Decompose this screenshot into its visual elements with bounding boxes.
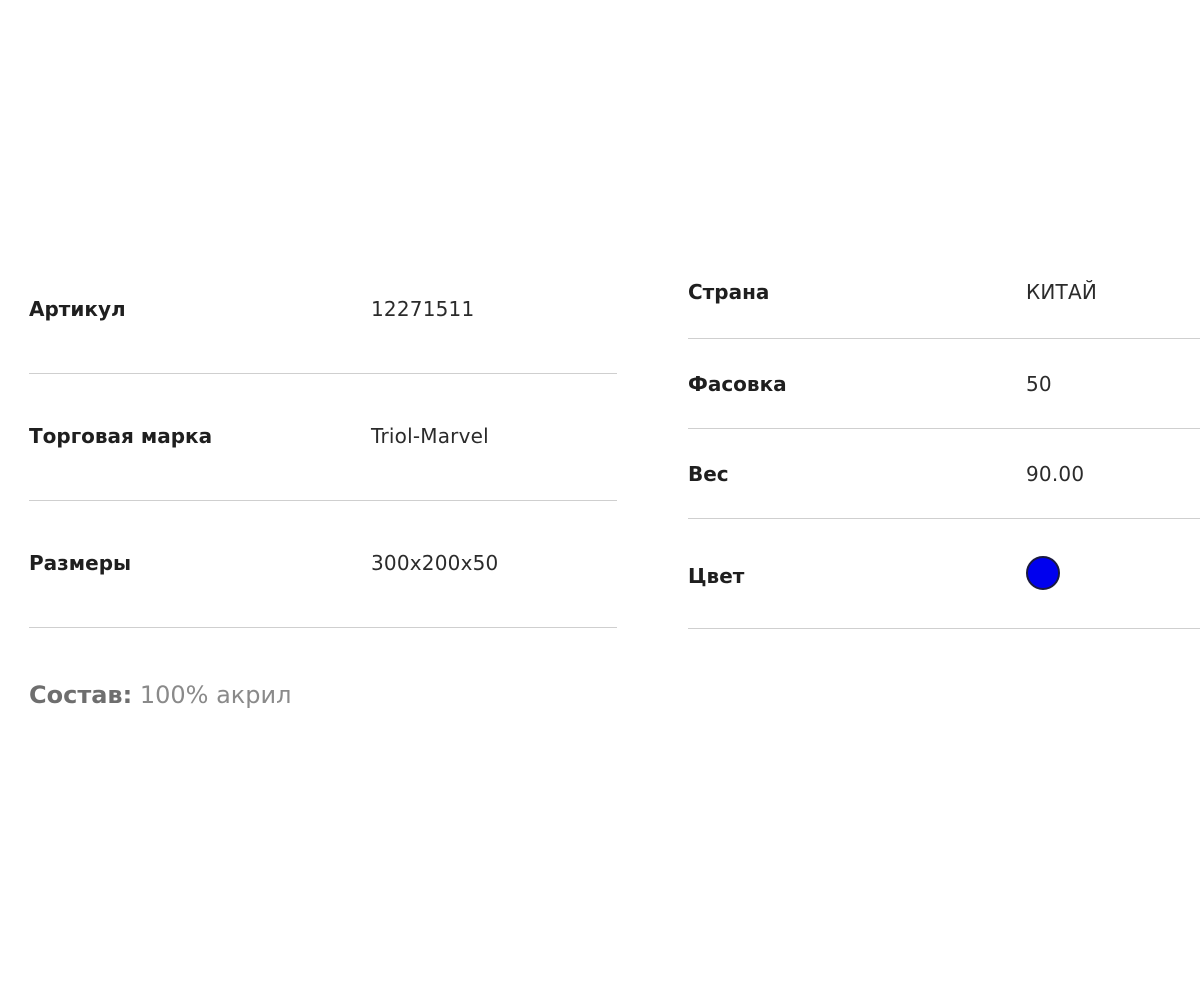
spec-row-weight: Вес 90.00 [688, 429, 1200, 519]
color-swatch [1026, 556, 1060, 590]
specs-table-right: Страна КИТАЙ Фасовка 50 Вес 90.00 Цвет [688, 247, 1200, 629]
spec-label-weight: Вес [688, 462, 729, 486]
spec-label-brand: Торговая марка [29, 424, 213, 448]
spec-row-packaging: Фасовка 50 [688, 339, 1200, 429]
spec-value-brand: Triol-Marvel [371, 424, 489, 448]
spec-label-country: Страна [688, 280, 770, 304]
specs-table-left: Артикул 12271511 Торговая марка Triol-Ma… [29, 247, 617, 628]
spec-row-dimensions: Размеры 300x200x50 [29, 501, 617, 628]
spec-value-dimensions: 300x200x50 [371, 551, 499, 575]
spec-value-country: КИТАЙ [1026, 280, 1098, 304]
spec-label-article: Артикул [29, 297, 126, 321]
spec-label-dimensions: Размеры [29, 551, 132, 575]
composition-label: Состав: [29, 681, 133, 709]
spec-row-country: Страна КИТАЙ [688, 247, 1200, 339]
spec-label-color: Цвет [688, 564, 745, 588]
spec-row-article: Артикул 12271511 [29, 247, 617, 374]
composition-value: 100% акрил [132, 681, 292, 709]
spec-value-packaging: 50 [1026, 372, 1052, 396]
spec-label-packaging: Фасовка [688, 372, 787, 396]
spec-value-weight: 90.00 [1026, 462, 1085, 486]
composition-line: Состав: 100% акрил [29, 681, 291, 709]
spec-value-article: 12271511 [371, 297, 475, 321]
spec-row-color: Цвет [688, 519, 1200, 629]
spec-row-brand: Торговая марка Triol-Marvel [29, 374, 617, 501]
